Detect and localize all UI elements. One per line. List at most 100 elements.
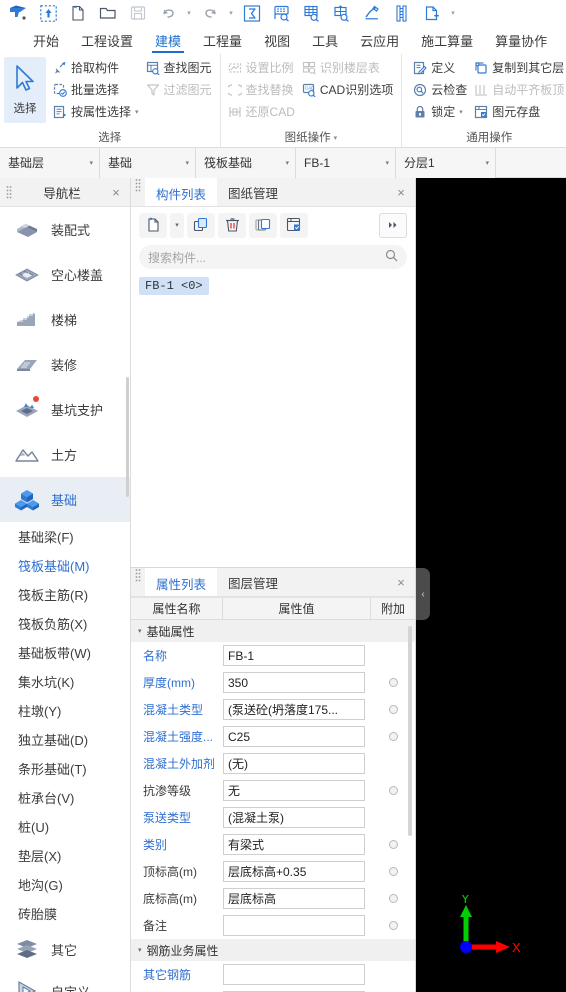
sidebar-subitem-cushion[interactable]: 垫层(X) xyxy=(0,841,130,870)
tab-gongchengliang[interactable]: 工程量 xyxy=(192,26,253,54)
sidebar-subitem-column-pier[interactable]: 柱墩(Y) xyxy=(0,696,130,725)
sidebar-subitem-strip-foundation[interactable]: 条形基础(T) xyxy=(0,754,130,783)
sidebar-item-custom[interactable]: 自定义 xyxy=(0,970,130,992)
property-group-basic[interactable]: ▾ 基础属性 xyxy=(131,620,415,642)
sidebar-subitem-pile[interactable]: 桩(U) xyxy=(0,812,130,841)
property-value-input[interactable] xyxy=(223,964,365,985)
save-component-button[interactable] xyxy=(280,212,308,238)
sidebar-subitem-foundation-slab-band[interactable]: 基础板带(W) xyxy=(0,638,130,667)
filter-element-button[interactable]: 过滤图元 xyxy=(143,79,216,100)
lock-button[interactable]: 锁定 ▾ xyxy=(410,101,471,122)
search-icon[interactable] xyxy=(385,249,398,265)
drag-grip-icon[interactable] xyxy=(131,568,145,582)
find-element-button[interactable]: 查找图元 xyxy=(143,57,216,78)
floor-select[interactable]: 基础层 ▾ xyxy=(0,147,100,178)
batch-select-button[interactable]: 批量选择 xyxy=(50,79,143,100)
attach-radio[interactable] xyxy=(388,921,398,930)
new-component-button[interactable] xyxy=(139,212,167,238)
attach-radio[interactable] xyxy=(388,840,398,849)
component-select[interactable]: FB-1 ▾ xyxy=(296,147,396,178)
sidebar-item-hollow-slab[interactable]: 空心楼盖 xyxy=(0,252,130,297)
property-value-input[interactable]: 层底标高 xyxy=(223,888,365,909)
attach-radio[interactable] xyxy=(388,867,398,876)
table-query-icon[interactable] xyxy=(298,2,326,24)
sidebar-item-decoration[interactable]: 装修 xyxy=(0,342,130,387)
sidebar-subitem-pile-cap[interactable]: 桩承台(V) xyxy=(0,783,130,812)
redo-caret-icon[interactable]: ▾ xyxy=(226,2,236,24)
drawing-canvas[interactable]: Y X xyxy=(416,178,566,992)
tab-suanliangxiezuo[interactable]: 算量协作 xyxy=(484,26,558,54)
sidebar-item-stairs[interactable]: 楼梯 xyxy=(0,297,130,342)
define-button[interactable]: 定义 xyxy=(410,57,471,78)
ribbon-group-drawing-title[interactable]: 图纸操作 ▾ xyxy=(225,130,398,147)
drag-grip-icon[interactable] xyxy=(131,178,145,192)
attach-radio[interactable] xyxy=(388,732,398,741)
sidebar-item-foundation-pit[interactable]: 基坑支护 xyxy=(0,387,130,432)
tab-layer-management[interactable]: 图层管理 xyxy=(217,568,289,596)
cad-identify-options-button[interactable]: CAD CAD识别选项 xyxy=(299,79,397,100)
auto-align-button[interactable]: 自动平齐板顶 xyxy=(471,79,566,100)
new-component-dropdown[interactable]: ▾ xyxy=(170,212,184,238)
tab-drawing-management[interactable]: 图纸管理 xyxy=(217,178,289,206)
sidebar-subitem-raft-main-rebar[interactable]: 筏板主筋(R) xyxy=(0,580,130,609)
cloud-check-button[interactable]: 云检查 xyxy=(410,79,471,100)
property-value-input[interactable]: C25 xyxy=(223,726,365,747)
sidebar-item-foundation[interactable]: 基础 xyxy=(0,477,130,522)
sidebar-item-other[interactable]: 其它 xyxy=(0,928,130,970)
steel-query-icon[interactable] xyxy=(328,2,356,24)
sidebar-subitem-brick-membrane[interactable]: 砖胎膜 xyxy=(0,899,130,928)
property-value-input[interactable] xyxy=(223,915,365,936)
attach-radio[interactable] xyxy=(388,678,398,687)
undo-icon[interactable] xyxy=(154,2,182,24)
sidebar-subitem-raft-foundation[interactable]: 筏板基础(M) xyxy=(0,551,130,580)
category-select[interactable]: 基础 ▾ xyxy=(100,147,196,178)
element-save-button[interactable]: 图元存盘 xyxy=(471,101,566,122)
tab-property-list[interactable]: 属性列表 xyxy=(145,568,218,596)
tab-jianmo[interactable]: 建模 xyxy=(144,26,192,54)
property-value-input[interactable]: 无 xyxy=(223,780,365,801)
find-replace-button[interactable]: 查找替换 xyxy=(225,79,299,100)
component-type-select[interactable]: 筏板基础 ▾ xyxy=(196,147,296,178)
close-icon[interactable]: × xyxy=(393,184,409,200)
sidebar-subitem-sump[interactable]: 集水坑(K) xyxy=(0,667,130,696)
redo-icon[interactable] xyxy=(196,2,224,24)
edit-pen-icon[interactable] xyxy=(358,2,386,24)
attach-radio[interactable] xyxy=(388,705,398,714)
tab-gongchengshezhi[interactable]: 工程设置 xyxy=(70,26,144,54)
report-query-icon[interactable] xyxy=(268,2,296,24)
close-icon[interactable]: × xyxy=(108,184,124,200)
select-tool-button[interactable]: 选择 xyxy=(4,57,46,123)
list-item[interactable]: FB-1 <0> xyxy=(139,277,209,295)
property-value-input[interactable]: FB-1 xyxy=(223,645,365,666)
sidebar-subitem-trench[interactable]: 地沟(G) xyxy=(0,870,130,899)
search-component-input[interactable]: 搜索构件... xyxy=(139,245,407,269)
property-value-input[interactable]: (泵送砼(坍落度175... xyxy=(223,699,365,720)
property-value-input[interactable]: 有梁式 xyxy=(223,834,365,855)
logo-icon[interactable] xyxy=(4,2,32,24)
copy-to-layer-button[interactable]: 复制到其它层 xyxy=(471,57,566,78)
tab-gongju[interactable]: 工具 xyxy=(301,26,349,54)
set-scale-button[interactable]: 设置比例 xyxy=(225,57,299,78)
property-value-input[interactable]: (混凝土泵) xyxy=(223,807,365,828)
sidebar-subitem-raft-negative-rebar[interactable]: 筏板负筋(X) xyxy=(0,609,130,638)
sidebar-subitem-foundation-beam[interactable]: 基础梁(F) xyxy=(0,522,130,551)
add-page-icon[interactable] xyxy=(418,2,446,24)
navigation-scrollbar[interactable] xyxy=(126,377,129,497)
new-cloud-icon[interactable] xyxy=(34,2,62,24)
open-folder-icon[interactable] xyxy=(94,2,122,24)
layer-copy-button[interactable] xyxy=(249,212,277,238)
tab-component-list[interactable]: 构件列表 xyxy=(145,178,218,206)
collapse-panel-button[interactable]: ‹ xyxy=(416,568,430,620)
chevron-down-icon[interactable]: ▾ xyxy=(459,108,463,116)
tab-shigongsuanliang[interactable]: 施工算量 xyxy=(410,26,484,54)
more-caret-icon[interactable]: ▾ xyxy=(448,2,458,24)
attach-radio[interactable] xyxy=(388,786,398,795)
property-group-rebar[interactable]: ▾ 钢筋业务属性 xyxy=(131,939,415,961)
tab-shitu[interactable]: 视图 xyxy=(253,26,301,54)
expand-panel-button[interactable] xyxy=(379,212,407,238)
identify-floor-table-button[interactable]: 识别楼层表 xyxy=(299,57,397,78)
save-icon[interactable] xyxy=(124,2,152,24)
layer-select[interactable]: 分层1 ▾ xyxy=(396,147,496,178)
sidebar-item-prefab[interactable]: 装配式 xyxy=(0,207,130,252)
sum-icon[interactable] xyxy=(238,2,266,24)
